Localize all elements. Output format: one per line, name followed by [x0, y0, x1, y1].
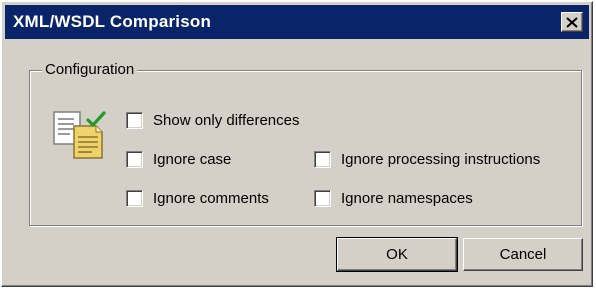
close-icon	[566, 16, 578, 28]
show-only-differences-label: Show only differences	[153, 112, 300, 129]
ignore-namespaces-checkbox[interactable]	[314, 190, 331, 207]
configuration-group-label: Configuration	[42, 60, 138, 80]
show-only-differences-checkbox[interactable]	[126, 112, 143, 129]
ignore-case-option[interactable]: Ignore case	[126, 151, 231, 168]
ignore-processing-instructions-label: Ignore processing instructions	[341, 151, 541, 168]
show-only-differences-option[interactable]: Show only differences	[126, 112, 299, 129]
ignore-comments-checkbox[interactable]	[126, 190, 143, 207]
ok-button[interactable]: OK	[336, 237, 458, 272]
title-bar[interactable]: XML/WSDL Comparison	[5, 5, 589, 39]
document-compare-icon	[53, 111, 106, 159]
ignore-case-checkbox[interactable]	[126, 151, 143, 168]
window-title: XML/WSDL Comparison	[13, 12, 212, 31]
configuration-groupbox	[29, 70, 582, 226]
ignore-processing-instructions-checkbox[interactable]	[314, 151, 331, 168]
ignore-processing-instructions-option[interactable]: Ignore processing instructions	[314, 151, 540, 168]
ignore-case-label: Ignore case	[153, 151, 232, 168]
close-button[interactable]	[561, 12, 583, 32]
ignore-namespaces-label: Ignore namespaces	[341, 190, 473, 207]
ignore-namespaces-option[interactable]: Ignore namespaces	[314, 190, 473, 207]
ignore-comments-label: Ignore comments	[153, 190, 269, 207]
cancel-button[interactable]: Cancel	[463, 238, 583, 271]
ignore-comments-option[interactable]: Ignore comments	[126, 190, 269, 207]
